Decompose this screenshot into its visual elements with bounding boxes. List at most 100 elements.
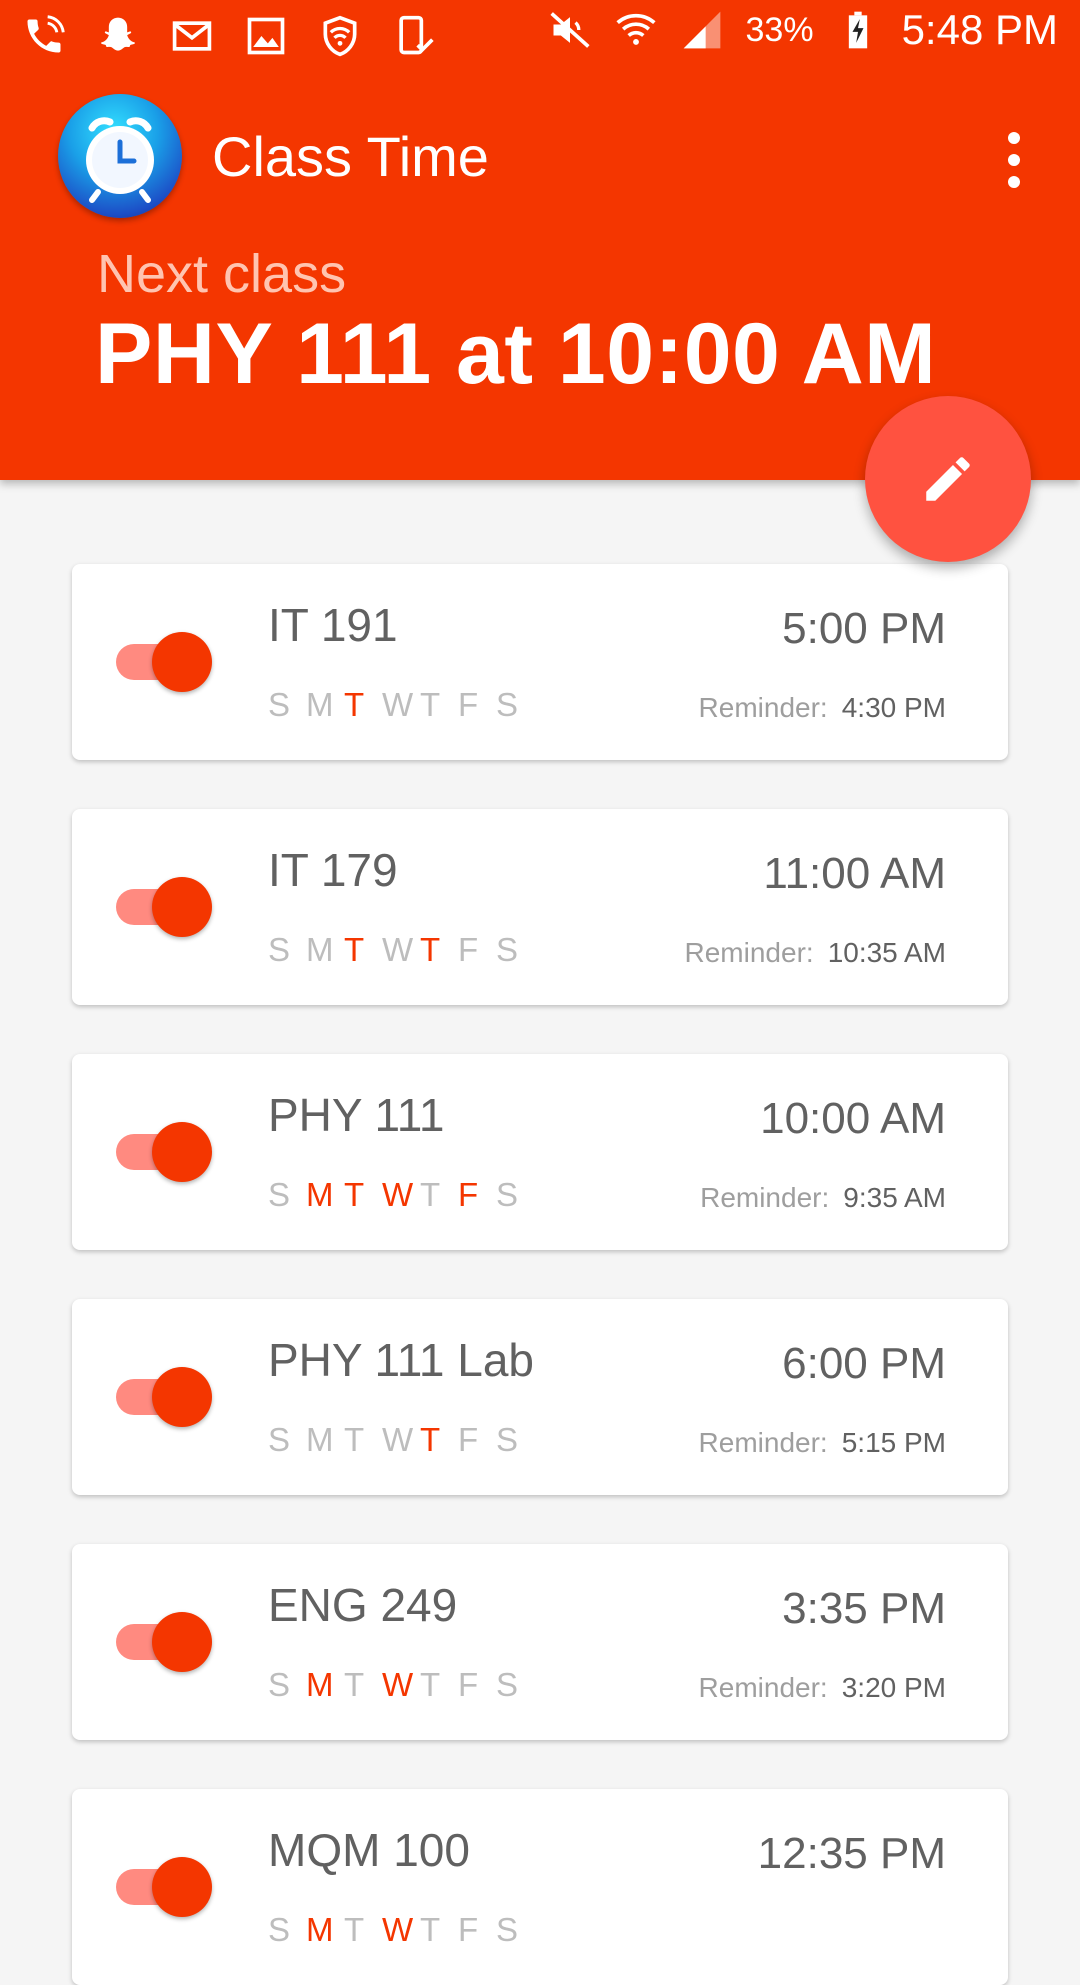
reminder-time: 5:15 PM: [841, 1427, 946, 1458]
day-row: SMTWTFS: [268, 1666, 534, 1704]
class-toggle[interactable]: [116, 1612, 212, 1672]
class-toggle[interactable]: [116, 877, 212, 937]
class-toggle[interactable]: [116, 1367, 212, 1427]
class-card[interactable]: IT 179 SMTWTFS 11:00 AM Reminder: 10:35 …: [72, 809, 1008, 1005]
day-letter: W: [382, 686, 414, 723]
app-title: Class Time: [212, 125, 489, 188]
day-letter: S: [496, 1666, 519, 1703]
day-letter: M: [306, 1911, 334, 1948]
edit-button[interactable]: [865, 396, 1031, 562]
day-row: SMTWTFS: [268, 1911, 534, 1949]
class-time: 6:00 PM: [782, 1339, 946, 1388]
reminder-label: Reminder:: [698, 1672, 828, 1703]
class-card[interactable]: PHY 111 SMTWTFS 10:00 AM Reminder: 9:35 …: [72, 1054, 1008, 1250]
class-name: IT 179: [268, 844, 398, 896]
reminder-time: 10:35 AM: [827, 937, 946, 968]
day-row: SMTWTFS: [268, 686, 534, 724]
clock: 5:48 PM: [901, 6, 1058, 53]
class-time: 5:00 PM: [782, 604, 946, 653]
day-letter: T: [420, 686, 441, 723]
reminder-time: 4:30 PM: [841, 692, 946, 723]
day-letter: M: [306, 931, 334, 968]
class-toggle[interactable]: [116, 1857, 212, 1917]
day-letter: W: [382, 1176, 414, 1213]
class-name: PHY 111 Lab: [268, 1334, 534, 1386]
day-letter: S: [496, 686, 519, 723]
wifi-calling-icon: [27, 15, 65, 53]
wifi-icon: [615, 13, 656, 45]
day-letter: F: [458, 1421, 479, 1458]
day-row: SMTWTFS: [268, 931, 534, 969]
reminder: Reminder: 3:20 PM: [699, 1672, 946, 1704]
app-bar: Class Time: [0, 90, 1080, 220]
class-card[interactable]: IT 191 SMTWTFS 5:00 PM Reminder: 4:30 PM: [72, 564, 1008, 760]
day-letter: T: [420, 931, 441, 968]
battery-charging-icon: [848, 11, 867, 49]
class-time: 10:00 AM: [760, 1094, 946, 1143]
next-class-value: PHY 111 at 10:00 AM: [95, 306, 937, 402]
class-card[interactable]: MQM 100 SMTWTFS 12:35 PM: [72, 1789, 1008, 1985]
day-letter: F: [458, 1176, 479, 1213]
day-letter: T: [420, 1911, 441, 1948]
battery-percent: 33%: [745, 10, 814, 49]
pencil-icon: [926, 457, 970, 501]
reminder-label: Reminder:: [700, 1182, 830, 1213]
alarm-clock-icon: [58, 94, 182, 218]
day-letter: W: [382, 1666, 414, 1703]
day-letter: T: [344, 1666, 365, 1703]
system-icons: 33% 5:48 PM: [548, 6, 1058, 54]
class-name: IT 191: [268, 599, 398, 651]
vpn-shield-icon: [323, 15, 357, 57]
reminder: Reminder: 9:35 AM: [700, 1182, 946, 1214]
day-letter: S: [268, 1421, 291, 1458]
day-letter: W: [382, 1911, 414, 1948]
status-bar: 33% 5:48 PM: [0, 0, 1080, 75]
day-letter: T: [420, 1666, 441, 1703]
class-card[interactable]: PHY 111 Lab SMTWTFS 6:00 PM Reminder: 5:…: [72, 1299, 1008, 1495]
phone-check-icon: [399, 15, 434, 55]
class-name: PHY 111: [268, 1089, 445, 1141]
mute-icon: [549, 12, 590, 48]
day-letter: M: [306, 686, 334, 723]
day-letter: T: [420, 1176, 441, 1213]
day-letter: W: [382, 931, 414, 968]
day-row: SMTWTFS: [268, 1421, 534, 1459]
day-letter: S: [496, 1911, 519, 1948]
class-card[interactable]: ENG 249 SMTWTFS 3:35 PM Reminder: 3:20 P…: [72, 1544, 1008, 1740]
reminder: Reminder: 4:30 PM: [699, 692, 946, 724]
day-letter: S: [496, 1421, 519, 1458]
day-letter: S: [496, 931, 519, 968]
class-toggle[interactable]: [116, 1122, 212, 1182]
day-letter: F: [458, 1666, 479, 1703]
day-row: SMTWTFS: [268, 1176, 534, 1214]
more-options-icon[interactable]: [994, 130, 1034, 190]
day-letter: S: [268, 1911, 291, 1948]
class-time: 11:00 AM: [763, 849, 946, 898]
snapchat-icon: [101, 17, 135, 51]
gallery-icon: [247, 17, 285, 55]
class-toggle[interactable]: [116, 632, 212, 692]
day-letter: T: [420, 1421, 441, 1458]
day-letter: M: [306, 1666, 334, 1703]
day-letter: F: [458, 1911, 479, 1948]
class-name: ENG 249: [268, 1579, 458, 1631]
day-letter: S: [496, 1176, 519, 1213]
reminder: Reminder: 10:35 AM: [685, 937, 946, 969]
day-letter: M: [306, 1421, 334, 1458]
day-letter: S: [268, 931, 291, 968]
reminder: Reminder: 5:15 PM: [699, 1427, 946, 1459]
signal-icon: [683, 11, 720, 49]
class-time: 12:35 PM: [757, 1829, 946, 1878]
reminder-label: Reminder:: [698, 1427, 828, 1458]
day-letter: F: [458, 931, 479, 968]
day-letter: T: [344, 931, 365, 968]
day-letter: T: [344, 686, 365, 723]
day-letter: S: [268, 686, 291, 723]
day-letter: T: [344, 1421, 365, 1458]
class-time: 3:35 PM: [782, 1584, 946, 1633]
reminder-time: 3:20 PM: [841, 1672, 946, 1703]
day-letter: F: [458, 686, 479, 723]
class-name: MQM 100: [268, 1824, 470, 1876]
email-icon: [172, 21, 212, 51]
day-letter: S: [268, 1666, 291, 1703]
